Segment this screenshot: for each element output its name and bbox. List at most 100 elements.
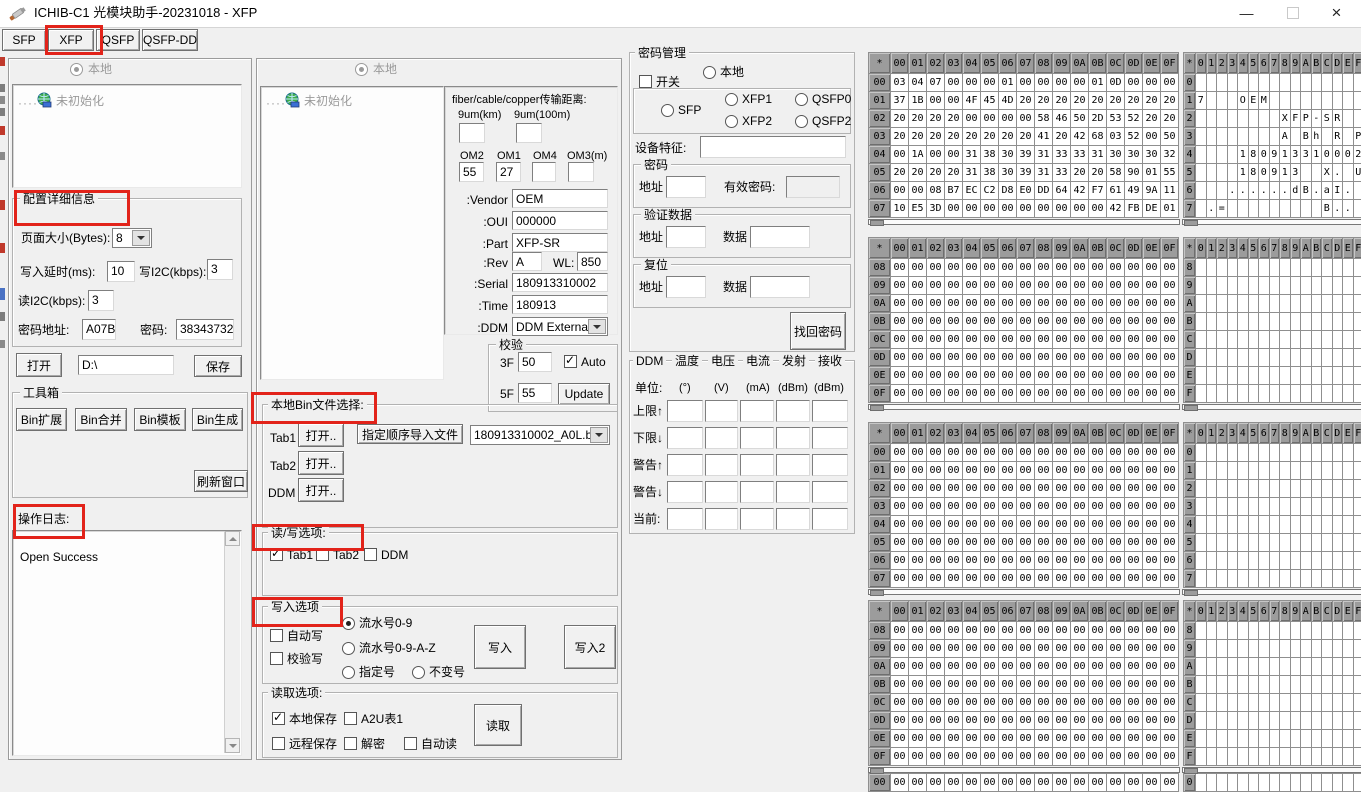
hex-byte-cell[interactable]: 00 xyxy=(1035,498,1053,516)
hex-byte-cell[interactable]: 00 xyxy=(891,622,909,640)
hex-byte-cell[interactable]: 00 xyxy=(1089,676,1107,694)
vendor-field[interactable]: OEM xyxy=(512,189,608,208)
hex-byte-cell[interactable]: 33 xyxy=(1053,164,1071,182)
hex-byte-cell[interactable]: 00 xyxy=(1143,277,1161,295)
hex-byte-cell[interactable]: 00 xyxy=(1125,676,1143,694)
hex-byte-cell[interactable]: 01 xyxy=(999,74,1017,92)
hex-byte-cell[interactable]: 00 xyxy=(963,516,981,534)
hex-byte-cell[interactable]: 00 xyxy=(1071,658,1089,676)
hex-byte-cell[interactable]: 20 xyxy=(945,110,963,128)
hex-byte-cell[interactable]: 32 xyxy=(1161,146,1179,164)
hex-byte-cell[interactable]: 00 xyxy=(1143,712,1161,730)
hex-byte-cell[interactable]: 00 xyxy=(891,462,909,480)
hex-byte-cell[interactable]: 00 xyxy=(1161,385,1179,403)
ddm-value-field[interactable] xyxy=(740,454,774,476)
hex-byte-cell[interactable]: 00 xyxy=(1125,748,1143,766)
hex-byte-cell[interactable]: 00 xyxy=(909,462,927,480)
hex-byte-cell[interactable]: 00 xyxy=(1053,570,1071,588)
hex-byte-cell[interactable]: 00 xyxy=(963,534,981,552)
hex-byte-cell[interactable]: 90 xyxy=(1125,164,1143,182)
hex-byte-cell[interactable]: 00 xyxy=(981,74,999,92)
hex-byte-cell[interactable]: 00 xyxy=(1035,462,1053,480)
hex-byte-cell[interactable]: 00 xyxy=(981,295,999,313)
hex-byte-cell[interactable]: 00 xyxy=(1161,516,1179,534)
hex-byte-cell[interactable]: 00 xyxy=(1053,622,1071,640)
hex-byte-cell[interactable]: 2D xyxy=(1089,110,1107,128)
ddm-value-field[interactable] xyxy=(812,454,848,476)
hex-byte-cell[interactable]: 30 xyxy=(999,164,1017,182)
hex-byte-cell[interactable]: DD xyxy=(1035,182,1053,200)
hex-byte-cell[interactable]: 10 xyxy=(891,200,909,218)
hex-byte-cell[interactable]: 00 xyxy=(927,534,945,552)
hex-byte-cell[interactable]: 00 xyxy=(1053,730,1071,748)
xfp1-radio[interactable] xyxy=(725,93,738,106)
hex-byte-cell[interactable]: 00 xyxy=(1017,462,1035,480)
hex-byte-cell[interactable]: 00 xyxy=(999,552,1017,570)
hex-byte-cell[interactable]: 00 xyxy=(1089,444,1107,462)
hex-byte-cell[interactable]: 00 xyxy=(1053,74,1071,92)
hex-byte-cell[interactable]: 00 xyxy=(981,444,999,462)
hex-byte-cell[interactable]: 00 xyxy=(963,259,981,277)
hex-byte-cell[interactable]: 00 xyxy=(981,200,999,218)
rw-tab2-checkbox[interactable] xyxy=(316,548,329,561)
hex-byte-cell[interactable]: 00 xyxy=(963,74,981,92)
hex-byte-cell[interactable]: 42 xyxy=(1071,182,1089,200)
hex-byte-cell[interactable]: 00 xyxy=(1035,200,1053,218)
ddm-value-field[interactable] xyxy=(705,427,738,449)
hex-byte-cell[interactable]: 00 xyxy=(981,774,999,792)
hex-byte-cell[interactable]: 00 xyxy=(1107,694,1125,712)
hex-byte-cell[interactable]: 00 xyxy=(945,444,963,462)
hex-byte-cell[interactable]: 00 xyxy=(945,622,963,640)
close-button[interactable]: × xyxy=(1314,0,1359,26)
hex-byte-cell[interactable]: 52 xyxy=(1125,128,1143,146)
open-button[interactable]: 打开 xyxy=(16,353,62,377)
hex-byte-cell[interactable]: 3D xyxy=(927,200,945,218)
hex-byte-cell[interactable]: 20 xyxy=(1053,92,1071,110)
hex-byte-cell[interactable]: 20 xyxy=(1143,92,1161,110)
rev-field[interactable]: A xyxy=(512,252,542,271)
hex-byte-cell[interactable]: 00 xyxy=(1089,259,1107,277)
hex-byte-cell[interactable]: 00 xyxy=(1161,552,1179,570)
hex-byte-cell[interactable]: 00 xyxy=(963,694,981,712)
hex-byte-cell[interactable]: 03 xyxy=(891,74,909,92)
bin-template-button[interactable]: Bin模板 xyxy=(134,408,186,431)
hex-byte-cell[interactable]: 00 xyxy=(891,658,909,676)
hex-byte-cell[interactable]: 00 xyxy=(1017,658,1035,676)
hex-byte-cell[interactable]: B7 xyxy=(945,182,963,200)
hex-byte-cell[interactable]: 00 xyxy=(963,480,981,498)
hex-scroll-strip[interactable] xyxy=(868,589,1180,595)
hex-scroll-thumb[interactable] xyxy=(1184,590,1198,596)
time-field[interactable]: 180913 xyxy=(512,295,608,314)
hex-byte-cell[interactable]: 00 xyxy=(1143,128,1161,146)
hex-byte-cell[interactable]: 00 xyxy=(981,110,999,128)
hex-byte-cell[interactable]: 00 xyxy=(1053,295,1071,313)
hex-byte-cell[interactable]: 00 xyxy=(1017,331,1035,349)
hex-byte-cell[interactable]: EC xyxy=(963,182,981,200)
hex-byte-cell[interactable]: 00 xyxy=(981,640,999,658)
ddm-value-field[interactable] xyxy=(740,481,774,503)
hex-byte-cell[interactable]: 00 xyxy=(945,331,963,349)
hex-scroll-strip[interactable] xyxy=(1182,219,1361,225)
ddm-value-field[interactable] xyxy=(667,400,703,422)
hex-byte-cell[interactable]: 00 xyxy=(1071,74,1089,92)
qsfp2-radio[interactable] xyxy=(795,115,808,128)
hex-byte-cell[interactable]: 30 xyxy=(1107,146,1125,164)
hex-byte-cell[interactable]: E5 xyxy=(909,200,927,218)
hex-byte-cell[interactable]: 37 xyxy=(891,92,909,110)
hex-byte-cell[interactable]: 00 xyxy=(981,367,999,385)
hex-byte-cell[interactable]: 00 xyxy=(945,552,963,570)
hex-byte-cell[interactable]: 00 xyxy=(981,462,999,480)
hex-byte-cell[interactable]: 00 xyxy=(1017,200,1035,218)
hex-byte-cell[interactable]: 00 xyxy=(1161,570,1179,588)
hex-byte-cell[interactable]: 00 xyxy=(999,498,1017,516)
hex-byte-cell[interactable]: 00 xyxy=(909,658,927,676)
hex-byte-cell[interactable]: 00 xyxy=(1071,516,1089,534)
hex-byte-cell[interactable]: 00 xyxy=(1071,694,1089,712)
bin-expand-button[interactable]: Bin扩展 xyxy=(16,408,67,431)
hex-byte-cell[interactable]: 00 xyxy=(927,498,945,516)
hex-byte-cell[interactable]: 00 xyxy=(999,331,1017,349)
hex-byte-cell[interactable]: 00 xyxy=(1143,444,1161,462)
hex-byte-cell[interactable]: 00 xyxy=(1107,277,1125,295)
hex-byte-cell[interactable]: 00 xyxy=(981,676,999,694)
hex-byte-cell[interactable]: 00 xyxy=(981,730,999,748)
